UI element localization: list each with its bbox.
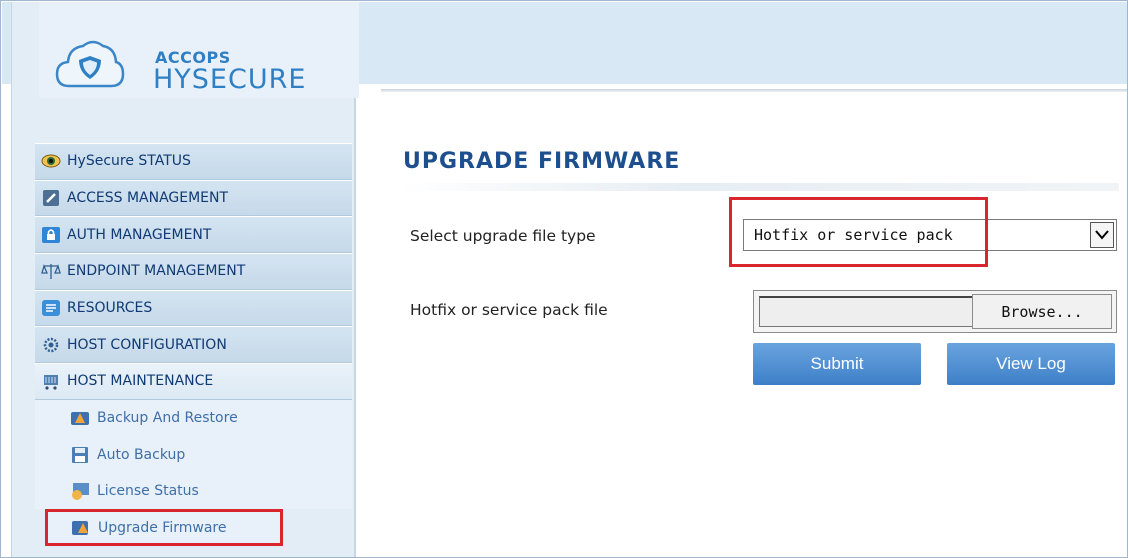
browse-button[interactable]: Browse... xyxy=(972,294,1112,329)
view-log-button[interactable]: View Log xyxy=(947,343,1115,385)
chevron-down-icon[interactable] xyxy=(1090,222,1114,248)
sidebar-subitem-backup-and-restore[interactable]: Backup And Restore xyxy=(35,399,352,437)
cart-icon xyxy=(44,375,58,391)
file-type-label: Select upgrade file type xyxy=(410,227,596,245)
sidebar-item-host-maintenance[interactable]: HOST MAINTENANCE xyxy=(35,363,352,400)
brand-product: HYSECURE xyxy=(153,64,307,95)
shield-icon xyxy=(43,190,59,207)
file-upload[interactable]: Browse... xyxy=(753,290,1117,333)
backup-icon xyxy=(71,412,89,426)
disk-icon xyxy=(72,446,88,463)
scale-icon xyxy=(41,264,61,280)
file-path-field[interactable] xyxy=(759,296,973,327)
submit-button[interactable]: Submit xyxy=(753,343,921,385)
sidebar-subitem-license-status[interactable]: License Status xyxy=(35,472,352,510)
license-icon xyxy=(72,483,89,501)
logo: ACCOPS HYSECURE xyxy=(39,2,359,98)
sidebar-item-label: RESOURCES xyxy=(67,300,153,317)
sidebar-item-endpoint-management[interactable]: ENDPOINT MANAGEMENT xyxy=(35,253,352,290)
cloud-shield-icon xyxy=(55,40,125,88)
eye-icon xyxy=(41,154,61,168)
sidebar-item-label: AUTH MANAGEMENT xyxy=(67,226,212,243)
sidebar-item-label: HySecure STATUS xyxy=(67,153,191,170)
sidebar-item-access-management[interactable]: ACCESS MANAGEMENT xyxy=(35,179,352,217)
page-title: UPGRADE FIRMWARE xyxy=(403,149,681,174)
sidebar-subitem-label: License Status xyxy=(97,483,199,500)
sidebar-item-label: HOST MAINTENANCE xyxy=(67,373,214,390)
sidebar-subitem-auto-backup[interactable]: Auto Backup xyxy=(35,436,352,473)
sidebar-subitem-label: Upgrade Firmware xyxy=(98,519,227,536)
sidebar-subitem-label: Auto Backup xyxy=(97,446,186,463)
sidebar-item-label: HOST CONFIGURATION xyxy=(67,336,227,353)
sidebar-item-auth-management[interactable]: AUTH MANAGEMENT xyxy=(35,216,352,254)
app-window: ACCOPS HYSECURE HySecure STATUS ACCESS M… xyxy=(0,0,1128,558)
gears-icon xyxy=(43,337,59,353)
sidebar-item-resources[interactable]: RESOURCES xyxy=(35,289,352,327)
sidebar-item-label: ACCESS MANAGEMENT xyxy=(67,190,229,207)
upgrade-icon xyxy=(72,520,88,535)
sidebar-nav: HySecure STATUS ACCESS MANAGEMENT AUTH M… xyxy=(35,143,352,546)
sidebar-item-host-configuration[interactable]: HOST CONFIGURATION xyxy=(35,326,352,364)
sidebar-subitem-label: Backup And Restore xyxy=(97,410,238,427)
lock-icon xyxy=(42,226,60,243)
sidebar-item-hysecure-status[interactable]: HySecure STATUS xyxy=(35,143,352,180)
file-label: Hotfix or service pack file xyxy=(410,301,608,319)
sidebar-item-label: ENDPOINT MANAGEMENT xyxy=(67,263,246,280)
highlight-box xyxy=(729,197,988,267)
resources-icon xyxy=(42,300,60,317)
sidebar-subitem-upgrade-firmware[interactable]: Upgrade Firmware xyxy=(45,509,283,546)
